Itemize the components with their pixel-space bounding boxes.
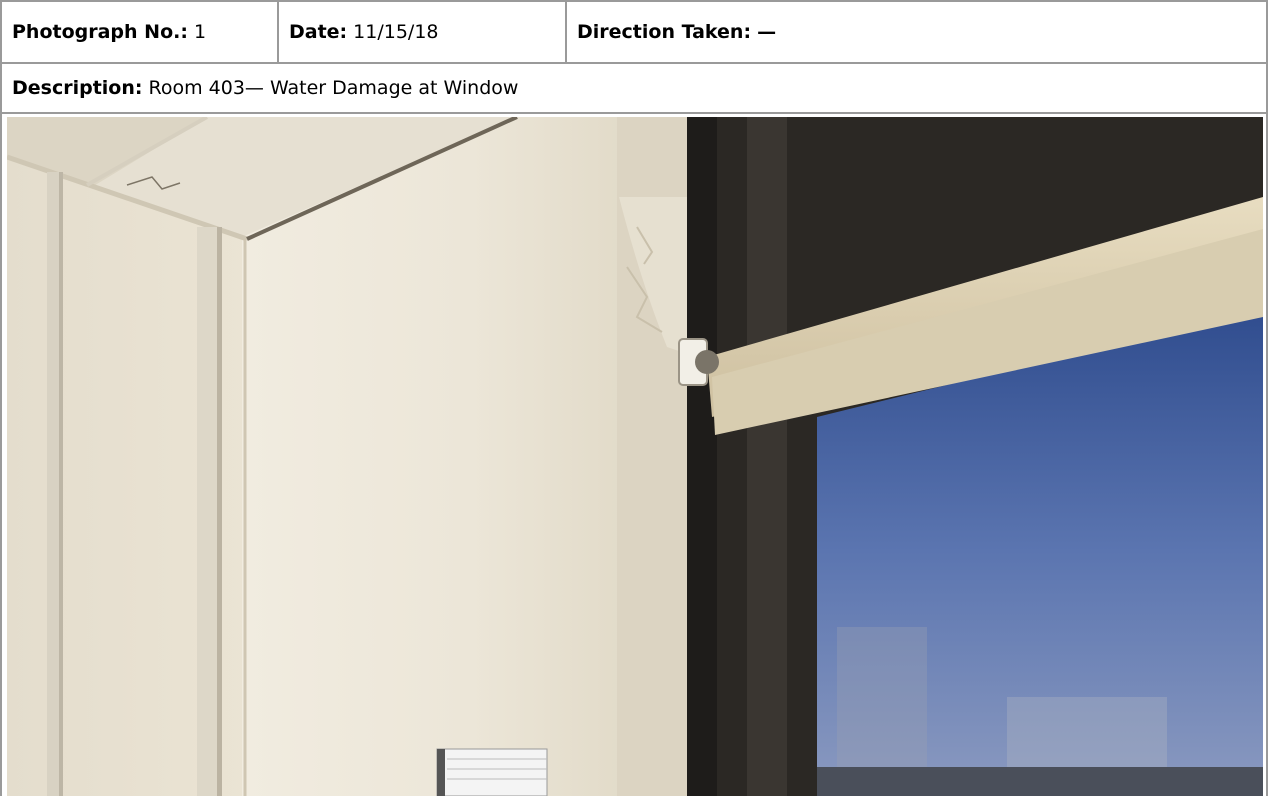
description-value: Room 403— Water Damage at Window — [148, 77, 519, 99]
photo-number-cell: Photograph No.: 1 — [2, 2, 279, 62]
direction-label: Direction Taken: — [577, 21, 752, 43]
direction-cell: Direction Taken: — — [567, 2, 1266, 62]
description-label: Description: — [12, 77, 143, 99]
date-value: 11/15/18 — [353, 21, 439, 43]
date-cell: Date: 11/15/18 — [279, 2, 567, 62]
date-label: Date: — [289, 21, 348, 43]
header-row: Photograph No.: 1 Date: 11/15/18 Directi… — [2, 2, 1266, 64]
site-photo — [7, 117, 1263, 796]
direction-value: — — [757, 21, 777, 43]
photo-number-label: Photograph No.: — [12, 21, 188, 43]
photo-number-value: 1 — [193, 21, 207, 43]
site-photo-illustration — [7, 117, 1263, 796]
description-row: Description: Room 403— Water Damage at W… — [2, 64, 1266, 114]
